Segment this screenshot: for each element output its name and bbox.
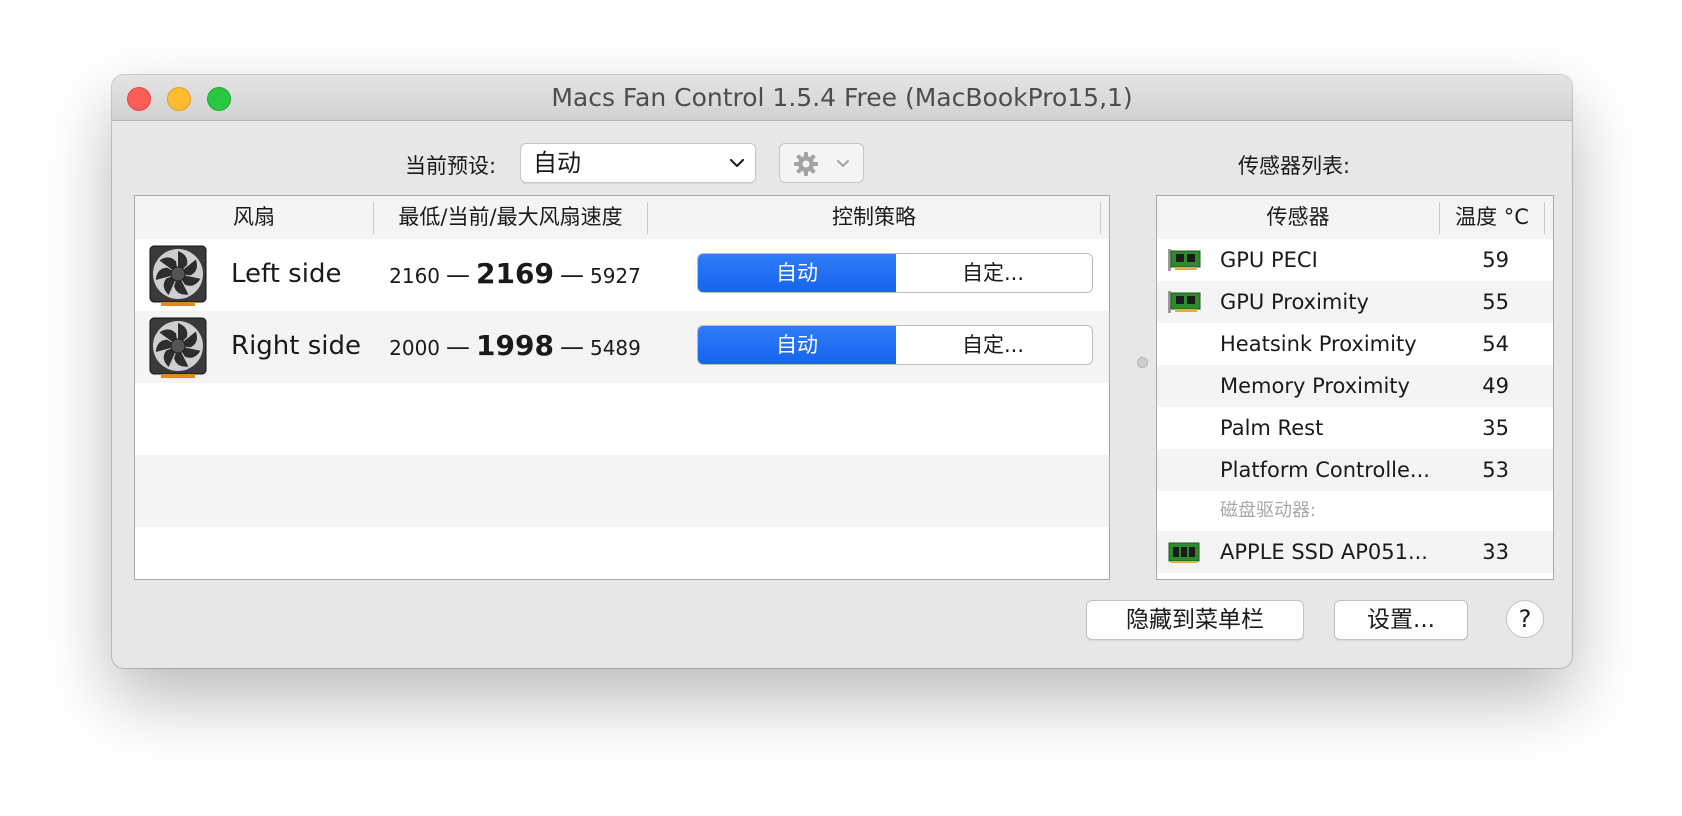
auto-mode-button[interactable]: 自动: [698, 254, 896, 292]
fan-min-speed: 2000: [389, 336, 441, 360]
fan-speeds: 2160—2169—5927: [375, 239, 655, 309]
column-divider: [1544, 202, 1545, 234]
sensor-row[interactable]: Heatsink Proximity 54: [1157, 323, 1553, 365]
fans-table: 风扇 最低/当前/最大风扇速度 控制策略 Left side 2160 — 21…: [134, 195, 1110, 580]
sensor-temp: 35: [1482, 416, 1509, 440]
sensor-name: Heatsink Proximity: [1220, 332, 1417, 356]
sensor-row[interactable]: Palm Rest 35: [1157, 407, 1553, 449]
sensor-name: GPU PECI: [1220, 248, 1318, 272]
empty-row: [135, 455, 1109, 527]
column-divider: [1100, 202, 1101, 234]
window-title: Macs Fan Control 1.5.4 Free (MacBookPro1…: [551, 83, 1133, 112]
sensor-temp: 53: [1482, 458, 1509, 482]
empty-row: [135, 383, 1109, 455]
sensor-row[interactable]: APPLE SSD AP051... 33: [1157, 531, 1553, 573]
sensor-temp: 55: [1482, 290, 1509, 314]
fan-name: Left side: [231, 259, 342, 289]
sensor-temp: 33: [1482, 540, 1509, 564]
auto-mode-button[interactable]: 自动: [698, 326, 896, 364]
fan-max-speed: 5489: [589, 336, 641, 360]
sensor-row[interactable]: GPU Proximity 55: [1157, 281, 1553, 323]
preset-actions-button[interactable]: [779, 143, 864, 183]
custom-mode-button[interactable]: 自定...: [894, 254, 1092, 292]
sensor-name: APPLE SSD AP051...: [1220, 540, 1428, 564]
chevron-down-icon: [729, 158, 745, 168]
sensors-table-header: 传感器 温度 °C: [1157, 196, 1553, 240]
fan-row[interactable]: Right side 2000—1998—5489 自动 自定...: [135, 311, 1109, 383]
sensor-row[interactable]: Platform Controlle... 53: [1157, 449, 1553, 491]
column-fan[interactable]: 风扇: [135, 196, 373, 239]
preset-label: 当前预设:: [405, 154, 497, 178]
help-button[interactable]: ?: [1506, 600, 1544, 638]
custom-mode-button[interactable]: 自定...: [894, 326, 1092, 364]
sensor-group-header: 磁盘驱动器:: [1157, 491, 1553, 531]
sensor-name: Memory Proximity: [1220, 374, 1410, 398]
sensor-name: Palm Rest: [1220, 416, 1324, 440]
fan-current-speed: 2169: [476, 257, 554, 290]
fan-name: Right side: [231, 331, 361, 361]
preset-select[interactable]: 自动: [520, 143, 756, 183]
gear-icon: [794, 152, 818, 176]
sensor-list-label: 传感器列表:: [1238, 154, 1351, 178]
column-temperature[interactable]: 温度 °C: [1440, 196, 1544, 239]
fans-table-header: 风扇 最低/当前/最大风扇速度 控制策略: [135, 196, 1109, 240]
sensor-row[interactable]: Memory Proximity 49: [1157, 365, 1553, 407]
sensor-temp: 54: [1482, 332, 1509, 356]
fan-icon: [149, 317, 207, 378]
title-bar: Macs Fan Control 1.5.4 Free (MacBookPro1…: [112, 75, 1572, 121]
fan-speeds: 2000—1998—5489: [375, 311, 655, 381]
split-view-divider[interactable]: [1137, 357, 1148, 368]
sensor-name: Platform Controlle...: [1220, 458, 1430, 482]
dash: —: [559, 261, 584, 289]
fan-min-speed: 2160: [389, 264, 441, 288]
control-mode-segmented: 自动 自定...: [697, 325, 1093, 365]
sensor-row[interactable]: GPU PECI 59: [1157, 239, 1553, 281]
column-control[interactable]: 控制策略: [648, 196, 1100, 239]
gpu-card-icon: [1168, 291, 1201, 313]
fan-icon: [149, 245, 207, 306]
disk-group-label: 磁盘驱动器:: [1220, 500, 1317, 521]
column-speed[interactable]: 最低/当前/最大风扇速度: [374, 196, 647, 239]
fan-max-speed: 5927: [589, 264, 641, 288]
dash: —: [446, 261, 471, 289]
sensor-temp: 49: [1482, 374, 1509, 398]
sensor-name: GPU Proximity: [1220, 290, 1369, 314]
settings-button[interactable]: 设置...: [1334, 600, 1468, 640]
control-mode-segmented: 自动 自定...: [697, 253, 1093, 293]
empty-row: [135, 527, 1109, 579]
dash: —: [559, 333, 584, 361]
chevron-down-icon: [837, 160, 849, 168]
ssd-icon: [1168, 542, 1200, 563]
column-sensor[interactable]: 传感器: [1157, 196, 1439, 239]
sensors-table: 传感器 温度 °C GPU PECI 59 GPU Proximity 55 H…: [1156, 195, 1554, 580]
fan-current-speed: 1998: [476, 329, 554, 362]
app-window: Macs Fan Control 1.5.4 Free (MacBookPro1…: [112, 75, 1572, 668]
hide-to-menubar-button[interactable]: 隐藏到菜单栏: [1086, 600, 1304, 640]
preset-value: 自动: [533, 149, 581, 177]
dash: —: [446, 333, 471, 361]
gpu-card-icon: [1168, 249, 1201, 271]
fan-row[interactable]: Left side 2160—2169—5927 自动 自定...: [135, 239, 1109, 311]
sensor-temp: 59: [1482, 248, 1509, 272]
